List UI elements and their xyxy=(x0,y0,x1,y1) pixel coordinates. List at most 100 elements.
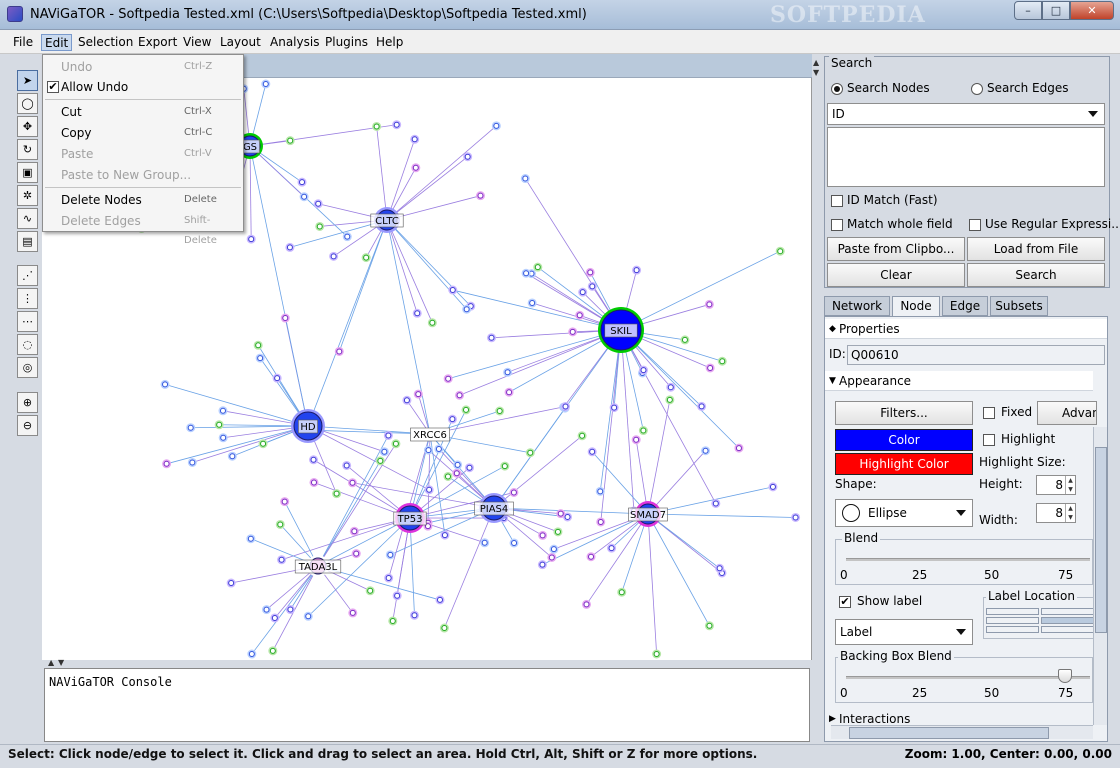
graph-node[interactable] xyxy=(287,137,294,144)
graph-node[interactable] xyxy=(162,381,169,388)
match-whole-checkbox[interactable] xyxy=(831,219,843,231)
graph-node[interactable] xyxy=(719,358,726,365)
search-field-select[interactable]: ID xyxy=(827,103,1105,125)
scrollbar-thumb[interactable] xyxy=(1095,447,1107,633)
graph-node[interactable] xyxy=(463,306,470,313)
graph-edge[interactable] xyxy=(251,565,319,655)
graph-node[interactable] xyxy=(299,179,306,186)
graph-node[interactable] xyxy=(330,253,337,260)
move-arrow-icon[interactable]: ✥ xyxy=(17,116,38,137)
graph-edge[interactable] xyxy=(272,565,319,652)
tab-node[interactable]: Node xyxy=(892,296,940,317)
graph-node[interactable] xyxy=(381,448,388,455)
paste-clipboard-button[interactable]: Paste from Clipbo... xyxy=(827,237,965,261)
graph-node[interactable] xyxy=(496,407,503,414)
graph-node[interactable] xyxy=(363,254,370,261)
graph-node[interactable] xyxy=(255,342,262,349)
paste-new-group-menu-item[interactable]: Paste to New Group... xyxy=(43,165,243,185)
graph-node[interactable] xyxy=(702,447,709,454)
graph-node[interactable] xyxy=(589,448,596,455)
graph-node[interactable] xyxy=(349,609,356,616)
graph-edge[interactable] xyxy=(444,507,495,629)
graph-node[interactable] xyxy=(640,367,647,374)
graph-node[interactable] xyxy=(792,514,799,521)
graph-node[interactable] xyxy=(453,470,460,477)
appearance-section[interactable]: ▼ Appearance xyxy=(825,371,1093,391)
layout-icon[interactable]: ▤ xyxy=(17,231,38,252)
graph-node[interactable] xyxy=(716,565,723,572)
graph-node[interactable] xyxy=(412,164,419,171)
delete-nodes-menu-item[interactable]: Delete Nodes Delete xyxy=(43,190,243,210)
graph-node[interactable] xyxy=(248,236,255,243)
graph-node[interactable] xyxy=(349,479,356,486)
graph-node[interactable] xyxy=(449,287,456,294)
label-location-cell-selected[interactable] xyxy=(1041,617,1094,624)
tab-edge[interactable]: Edge xyxy=(942,296,988,316)
graph-node[interactable] xyxy=(333,490,340,497)
graph-node[interactable] xyxy=(411,136,418,143)
vertical-splitter[interactable]: ▲ ▼ xyxy=(812,54,822,744)
graph-node[interactable] xyxy=(377,457,384,464)
graph-node[interactable] xyxy=(216,421,223,428)
graph-node[interactable] xyxy=(310,456,317,463)
graph-node[interactable] xyxy=(510,489,517,496)
graph-node[interactable] xyxy=(522,175,529,182)
zoom-out-icon[interactable]: ⊖ xyxy=(17,415,38,436)
maximize-button[interactable]: □ xyxy=(1042,1,1070,20)
graph-node[interactable] xyxy=(698,403,705,410)
graph-node[interactable] xyxy=(220,434,227,441)
graph-node[interactable] xyxy=(706,622,713,629)
graph-node[interactable] xyxy=(681,336,688,343)
graph-node[interactable] xyxy=(257,355,264,362)
cut-menu-item[interactable]: Cut Ctrl-X xyxy=(43,102,243,122)
graph-node[interactable] xyxy=(579,432,586,439)
spinner-arrows-icon[interactable]: ▲ ▼ xyxy=(1065,504,1075,522)
graph-edge[interactable] xyxy=(493,329,622,509)
filters-button[interactable]: Filters... xyxy=(835,401,973,425)
scrollbar-thumb[interactable] xyxy=(849,727,1049,739)
graph-node[interactable] xyxy=(229,453,236,460)
label-location-cell[interactable] xyxy=(1041,626,1094,633)
blend-slider[interactable] xyxy=(846,558,1090,561)
tab-network[interactable]: Network xyxy=(824,296,890,316)
graph-edge[interactable] xyxy=(317,460,381,567)
console-output[interactable]: NAViGaTOR Console xyxy=(44,668,810,742)
height-spinner[interactable]: 8 ▲ ▼ xyxy=(1036,475,1076,495)
shape-select[interactable]: Ellipse xyxy=(835,499,973,527)
graph-node[interactable] xyxy=(554,528,561,535)
graph-node[interactable] xyxy=(262,81,269,87)
graph-node[interactable] xyxy=(429,319,436,326)
graph-node[interactable] xyxy=(583,601,590,608)
graph-node[interactable] xyxy=(597,518,604,525)
graph-node[interactable] xyxy=(425,447,432,454)
undo-menu-item[interactable]: Undo Ctrl-Z xyxy=(43,57,243,77)
graph-node[interactable] xyxy=(189,459,196,466)
align-vertical-icon[interactable]: ⋮ xyxy=(17,288,38,309)
graph-node[interactable] xyxy=(277,521,284,528)
graph-edge[interactable] xyxy=(307,219,388,427)
graph-node[interactable] xyxy=(666,396,673,403)
graph-node[interactable] xyxy=(260,440,267,447)
graph-edge[interactable] xyxy=(647,399,671,515)
backing-box-slider[interactable] xyxy=(846,676,1090,679)
color-button[interactable]: Color xyxy=(835,429,973,451)
graph-node[interactable] xyxy=(286,244,293,251)
graph-node[interactable] xyxy=(569,328,576,335)
regex-checkbox[interactable] xyxy=(969,219,981,231)
paste-menu-item[interactable]: Paste Ctrl-V xyxy=(43,144,243,164)
graph-node[interactable] xyxy=(414,310,421,317)
panel-horizontal-scrollbar[interactable] xyxy=(831,725,1093,739)
graph-node[interactable] xyxy=(301,193,308,200)
delete-edges-menu-item[interactable]: Delete Edges Shift-Delete xyxy=(43,211,243,246)
show-label-checkbox[interactable]: ✔ xyxy=(839,596,851,608)
graph-edge[interactable] xyxy=(647,513,796,518)
graph-node[interactable] xyxy=(373,123,380,130)
graph-edge[interactable] xyxy=(166,425,309,465)
graph-node[interactable] xyxy=(336,348,343,355)
graph-node[interactable] xyxy=(667,384,674,391)
console-splitter[interactable]: ▲ ▼ xyxy=(42,658,812,668)
graph-node[interactable] xyxy=(464,153,471,160)
close-button[interactable]: ✕ xyxy=(1070,1,1114,20)
graph-node[interactable] xyxy=(310,479,317,486)
graph-node[interactable] xyxy=(587,269,594,276)
